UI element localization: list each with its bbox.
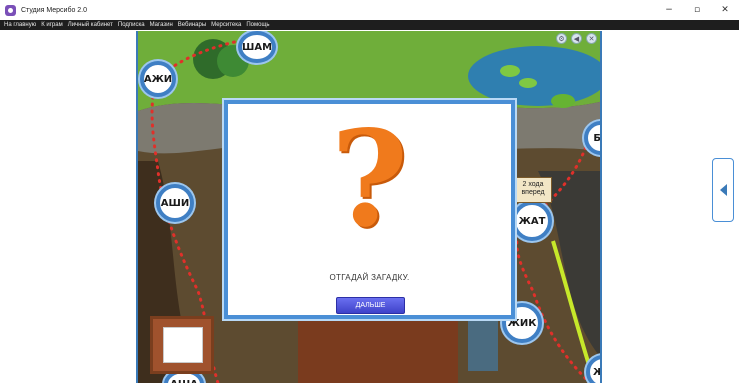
menu-item-account[interactable]: Личный кабинет: [68, 22, 113, 28]
board-node-sham: ШАМ: [238, 31, 276, 63]
menu-item-subscription[interactable]: Подписка: [118, 22, 145, 28]
riddle-prompt: ОТГАДАЙ ЗАГАДКУ.: [329, 273, 410, 282]
menu-item-webinars[interactable]: Вебинары: [178, 22, 206, 28]
menu-item-games[interactable]: К играм: [41, 22, 63, 28]
settings-icon[interactable]: ⚙: [556, 33, 567, 44]
menu-item-home[interactable]: На главную: [4, 22, 36, 28]
close-game-icon[interactable]: ✕: [586, 33, 597, 44]
sound-icon[interactable]: ◀: [571, 33, 582, 44]
board-node-ashi: АШИ: [156, 184, 194, 222]
next-button[interactable]: ДАЛЬШЕ: [336, 297, 405, 314]
close-button[interactable]: ✕: [711, 0, 739, 20]
menu-item-library[interactable]: Мерситека: [211, 22, 241, 28]
app-logo-icon: [5, 4, 16, 16]
bonus-sign: 2 хода вперед: [514, 177, 552, 203]
menu-item-help[interactable]: Помощь: [246, 22, 269, 28]
maximize-button[interactable]: ▫: [683, 0, 711, 20]
window-title: Студия Мерсибо 2.0: [21, 6, 88, 14]
riddle-dialog: ? ОТГАДАЙ ЗАГАДКУ. ДАЛЬШЕ: [224, 100, 515, 319]
menu-bar: На главную К играм Личный кабинет Подпис…: [0, 20, 739, 30]
minimize-button[interactable]: −: [655, 0, 683, 20]
chevron-left-icon: [719, 184, 727, 196]
side-panel-toggle[interactable]: [712, 158, 734, 222]
board-node-azhi: АЖИ: [140, 61, 176, 97]
board-node-zhat: ЖАТ: [512, 201, 552, 241]
window-controls: − ▫ ✕: [655, 0, 739, 20]
menu-item-shop[interactable]: Магазин: [150, 22, 173, 28]
title-bar: Студия Мерсибо 2.0 − ▫ ✕: [0, 0, 739, 20]
question-mark-icon: ?: [330, 102, 409, 257]
picture-frame: [150, 316, 214, 374]
